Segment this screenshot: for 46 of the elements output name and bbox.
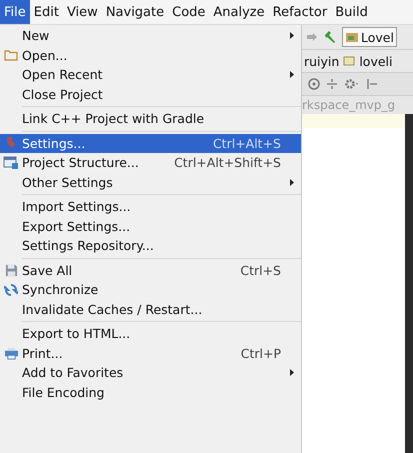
menu-item[interactable]: New [0,26,301,46]
hammer-icon[interactable] [323,30,337,44]
menu-item[interactable]: Close Project [0,84,301,104]
menu-item[interactable]: Project Structure... Ctrl+Alt+Shift+S [0,153,301,172]
menu-item[interactable]: Settings Repository... [0,236,301,256]
menu-item[interactable]: Open... [0,46,301,65]
run-config-dropdown[interactable]: Lovel [342,27,397,47]
module-icon [345,31,359,43]
menu-title[interactable]: Build [331,0,372,24]
printer-icon [4,346,18,360]
menu-title[interactable]: Edit [30,0,63,24]
pin-icon[interactable] [366,78,378,90]
collapse-icon[interactable] [326,78,338,90]
menu-item[interactable]: Other Settings [0,172,301,192]
menu-item[interactable]: Import Settings... [0,197,301,216]
breadcrumb[interactable]: loveli [359,54,392,68]
folder-icon [343,56,356,66]
menu-item[interactable]: File Encoding [0,382,301,402]
shortcut-label: Ctrl+Alt+Shift+S [174,155,281,170]
menu-title[interactable]: Navigate [102,0,168,24]
shortcut-label: Ctrl+S [240,262,281,278]
shortcut-label: Ctrl+Alt+S [212,136,281,151]
menu-item[interactable]: Invalidate Caches / Restart... [0,300,301,319]
menu-title[interactable]: Code [168,0,210,24]
target-icon[interactable] [308,78,320,90]
menu-item[interactable]: Export Settings... [0,216,301,236]
arrow-icon[interactable] [306,32,318,42]
menu-item[interactable]: Print... Ctrl+P [0,344,301,363]
project-structure-icon [3,156,19,170]
menu-item[interactable]: Add to Favorites [0,363,301,382]
folder-icon [4,49,18,62]
menu-title[interactable]: View [62,0,102,24]
menu-title[interactable]: Refactor [268,0,332,24]
shortcut-label: Ctrl+P [240,346,281,361]
menu-item[interactable]: Synchronize [0,280,301,300]
workspace-path: rkspace_mvp_g [302,98,396,112]
menu-title[interactable]: File [0,0,30,24]
menu-item[interactable]: Save All Ctrl+S [0,260,301,280]
menu-item[interactable]: Open Recent [0,65,301,84]
menu-item[interactable]: Export to HTML... [0,324,301,344]
menu-item[interactable]: Link C++ Project with Gradle [0,109,301,128]
sync-icon [4,282,18,297]
breadcrumb[interactable]: ruiyin [304,54,340,68]
gear-icon[interactable] [344,78,360,90]
menu-title[interactable]: Analyze [209,0,269,24]
menu-item[interactable]: Settings... Ctrl+Alt+S [0,134,301,153]
